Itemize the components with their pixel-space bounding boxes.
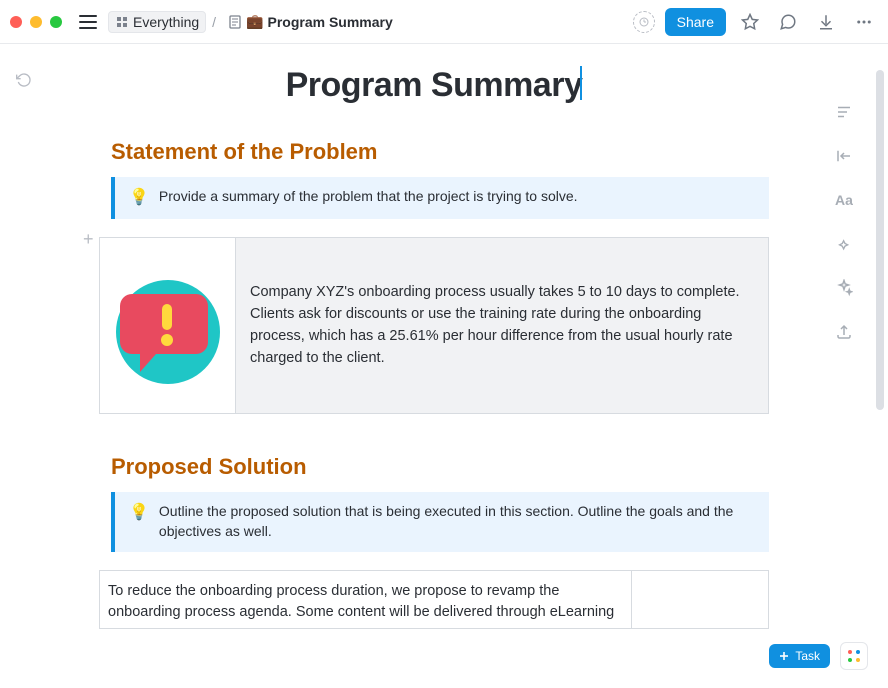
- window-controls: [10, 16, 62, 28]
- apps-button[interactable]: [840, 642, 868, 670]
- breadcrumb-root-label: Everything: [133, 14, 199, 30]
- problem-body-cell[interactable]: Company XYZ's onboarding process usually…: [236, 238, 768, 413]
- problem-callout[interactable]: 💡 Provide a summary of the problem that …: [111, 177, 769, 219]
- solution-body-text: To reduce the onboarding process duratio…: [108, 583, 614, 621]
- solution-table[interactable]: To reduce the onboarding process duratio…: [99, 570, 769, 630]
- page-icon: [228, 15, 242, 29]
- breadcrumb-page-emoji: 💼: [246, 13, 263, 30]
- breadcrumb-page-label: Program Summary: [267, 14, 392, 30]
- solution-empty-cell[interactable]: [632, 571, 768, 629]
- page-title-text: Program Summary: [286, 66, 583, 104]
- minimize-window-icon[interactable]: [30, 16, 42, 28]
- breadcrumb-page[interactable]: 💼 Program Summary: [222, 11, 399, 32]
- lightbulb-icon: 💡: [129, 187, 149, 209]
- problem-callout-text: Provide a summary of the problem that th…: [159, 187, 578, 209]
- exclamation-bubble-icon: [108, 266, 228, 386]
- reminder-icon[interactable]: [633, 11, 655, 33]
- breadcrumb-root[interactable]: Everything: [108, 11, 206, 33]
- grid-icon: [115, 15, 129, 29]
- section-heading-problem[interactable]: Statement of the Problem: [111, 139, 769, 165]
- new-task-button[interactable]: Task: [769, 644, 830, 668]
- text-cursor: [580, 66, 582, 100]
- problem-table[interactable]: Company XYZ's onboarding process usually…: [99, 237, 769, 414]
- download-button[interactable]: [812, 8, 840, 36]
- problem-icon-cell: [100, 238, 236, 413]
- new-task-label: Task: [795, 649, 820, 663]
- comments-button[interactable]: [774, 8, 802, 36]
- more-button[interactable]: [850, 8, 878, 36]
- document-scroll[interactable]: Program Summary Statement of the Problem…: [0, 44, 868, 688]
- favorite-button[interactable]: [736, 8, 764, 36]
- document: Program Summary Statement of the Problem…: [99, 44, 769, 688]
- problem-body-text: Company XYZ's onboarding process usually…: [250, 284, 740, 365]
- page-title[interactable]: Program Summary: [99, 66, 769, 105]
- top-bar: Everything / 💼 Program Summary Share: [0, 0, 888, 44]
- share-button-label: Share: [677, 14, 714, 30]
- breadcrumb-separator: /: [212, 14, 216, 30]
- add-block-button[interactable]: +: [83, 229, 94, 250]
- floating-actions: Task: [769, 642, 868, 670]
- section-heading-solution[interactable]: Proposed Solution: [111, 454, 769, 480]
- solution-body-cell[interactable]: To reduce the onboarding process duratio…: [100, 571, 632, 629]
- breadcrumb: Everything / 💼 Program Summary: [108, 11, 399, 33]
- maximize-window-icon[interactable]: [50, 16, 62, 28]
- top-actions: Share: [633, 8, 878, 36]
- lightbulb-icon: 💡: [129, 502, 149, 541]
- scrollbar[interactable]: [876, 70, 884, 410]
- solution-callout[interactable]: 💡 Outline the proposed solution that is …: [111, 492, 769, 551]
- apps-grid-icon: [847, 649, 861, 663]
- share-button[interactable]: Share: [665, 8, 726, 36]
- menu-toggle-button[interactable]: [76, 10, 100, 34]
- plus-icon: [779, 651, 789, 661]
- close-window-icon[interactable]: [10, 16, 22, 28]
- solution-callout-text: Outline the proposed solution that is be…: [159, 502, 755, 541]
